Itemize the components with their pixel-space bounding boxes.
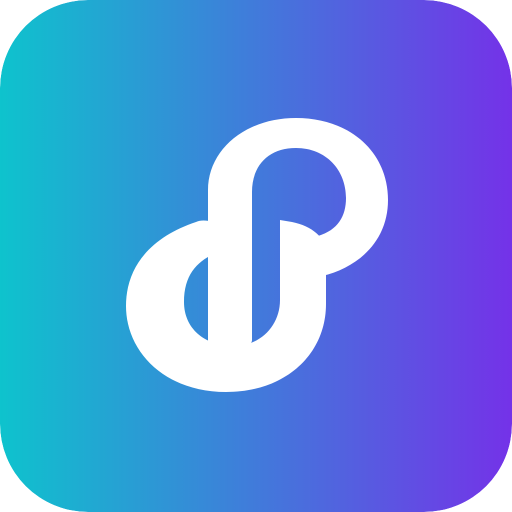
- icon-background: [0, 0, 512, 512]
- logo-stem: [208, 190, 252, 340]
- app-icon: [0, 0, 512, 512]
- app-icon-graphic: [0, 0, 512, 512]
